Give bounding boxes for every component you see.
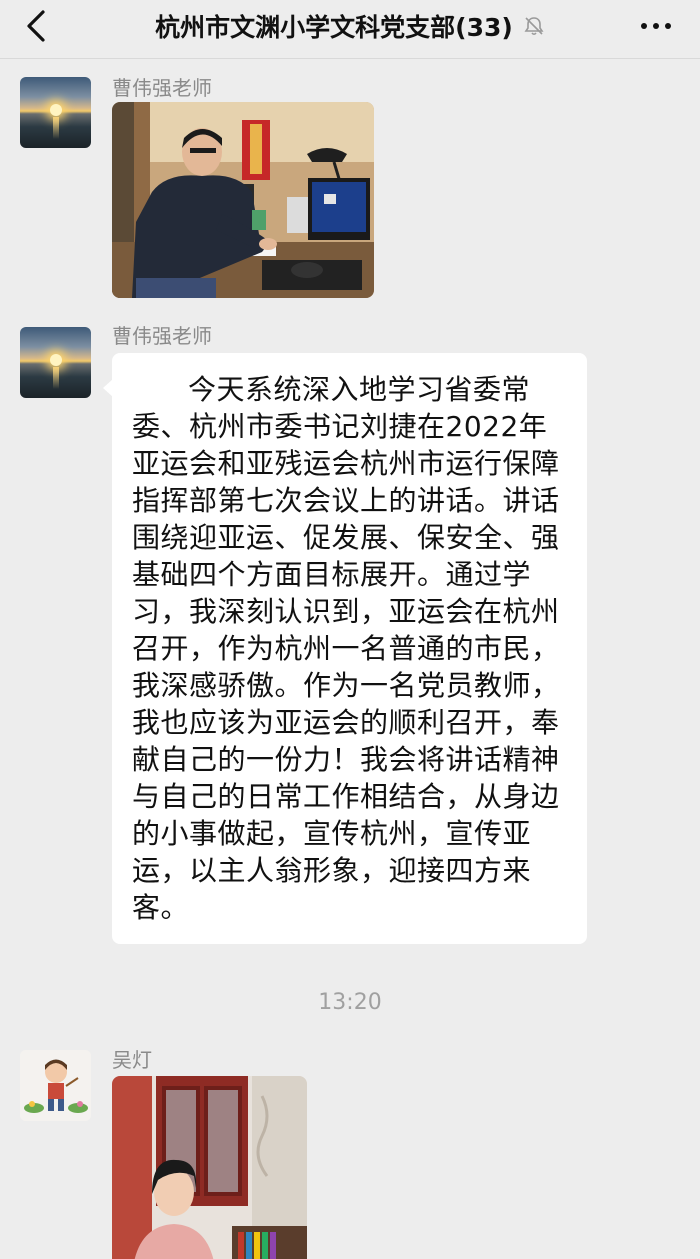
chat-title-wrap: 杭州市文渊小学文科党支部(33): [70, 4, 630, 48]
more-dots-icon: [641, 23, 647, 29]
sender-name: 曹伟强老师: [112, 324, 212, 348]
man-at-desk-photo: [112, 102, 374, 298]
woman-in-room-photo: [112, 1076, 307, 1259]
sun-shape: [50, 104, 62, 116]
back-button[interactable]: [14, 4, 58, 48]
avatar[interactable]: [20, 327, 91, 398]
sun-reflection: [53, 367, 59, 389]
bubble-tail: [103, 379, 113, 397]
chevron-left-icon: [27, 10, 45, 42]
sun-reflection: [53, 117, 59, 139]
message-text: 今天系统深入地学习省委常委、杭州市委书记刘捷在2022年亚运会和亚残运会杭州市运…: [132, 373, 560, 924]
chat-screen: 杭州市文渊小学文科党支部(33) 曹伟强老师 曹伟强老师 今天系统深入地学习省委…: [0, 0, 700, 1259]
chat-title: 杭州市文渊小学文科党支部(33): [155, 13, 513, 42]
time-divider: 13:20: [318, 990, 382, 1015]
sun-shape: [50, 354, 62, 366]
avatar[interactable]: [20, 1050, 91, 1121]
bell-muted-icon: [524, 17, 544, 36]
message-photo[interactable]: [112, 102, 374, 298]
message-photo[interactable]: [112, 1076, 307, 1259]
more-dot: [653, 23, 659, 29]
message-bubble[interactable]: 今天系统深入地学习省委常委、杭州市委书记刘捷在2022年亚运会和亚残运会杭州市运…: [103, 353, 587, 944]
sender-name: 吴灯: [112, 1048, 152, 1072]
more-dot: [665, 23, 671, 29]
more-button[interactable]: [634, 4, 678, 48]
avatar[interactable]: [20, 77, 91, 148]
chat-header: 杭州市文渊小学文科党支部(33): [0, 0, 700, 59]
sender-name: 曹伟强老师: [112, 76, 212, 100]
cartoon-avatar-image: [20, 1050, 91, 1121]
